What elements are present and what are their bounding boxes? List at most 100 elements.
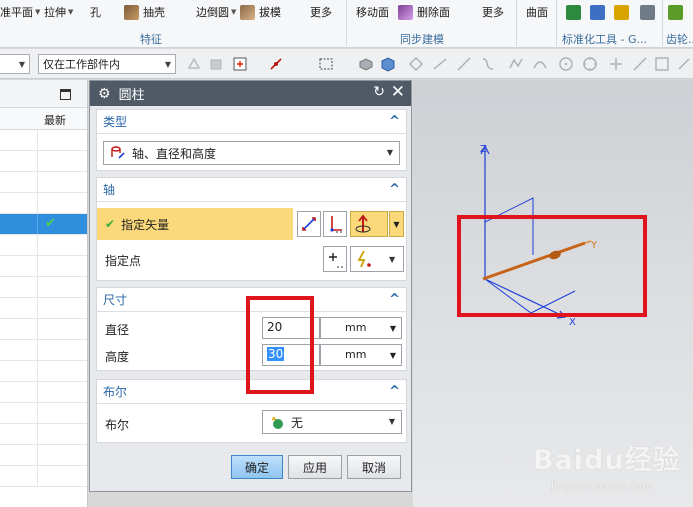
datum-plane-button[interactable]: 准平面 ▼ <box>0 2 40 22</box>
extrude-button[interactable]: 拉伸 ▼ <box>44 2 73 22</box>
table-row[interactable] <box>0 151 87 172</box>
y-axis-label: Y <box>590 240 598 251</box>
column-latest[interactable]: 最新 <box>44 112 66 128</box>
edge-blend-label: 边倒圆 <box>196 6 229 19</box>
dialog-titlebar[interactable]: ⚙ 圆柱 ↻ ✕ <box>90 81 411 106</box>
specify-vector-row[interactable]: ✔ 指定矢量 <box>97 208 293 240</box>
standard-tools-button-1[interactable] <box>566 2 585 22</box>
column-divider <box>37 319 38 339</box>
axis-section-header[interactable]: 轴 ^ <box>97 178 406 202</box>
group-sync-modeling: 同步建模 <box>400 33 444 46</box>
gear-tool-button[interactable] <box>668 2 687 22</box>
gear-icon <box>668 4 683 20</box>
type-dropdown[interactable]: 轴、直径和高度 ▼ <box>103 141 400 165</box>
vector-dropdown-toggle[interactable]: ▼ <box>389 211 404 237</box>
point-constructor-icon[interactable] <box>268 56 284 72</box>
group-feature: 特征 <box>140 33 162 46</box>
circle-center-icon[interactable] <box>558 56 574 72</box>
table-row[interactable] <box>0 424 87 445</box>
column-divider <box>37 277 38 297</box>
boolean-dropdown[interactable]: 无 ▼ <box>262 410 402 434</box>
table-row[interactable] <box>0 193 87 214</box>
selection-scope-select[interactable]: 仅在工作部件内 ▼ <box>38 54 176 74</box>
inferred-vector-button[interactable] <box>350 211 388 237</box>
type-filter-select[interactable]: ▼ <box>0 54 30 74</box>
boolean-value: 无 <box>291 415 304 430</box>
curve-polyline-icon[interactable] <box>508 56 524 72</box>
table-row[interactable] <box>0 382 87 403</box>
diameter-unit-select[interactable]: mm ▼ <box>320 317 402 339</box>
height-unit-select[interactable]: mm ▼ <box>320 344 402 366</box>
table-row[interactable] <box>0 235 87 256</box>
column-divider <box>37 172 38 192</box>
ok-button[interactable]: 确定 <box>231 455 283 479</box>
more-button-2[interactable]: 更多 <box>482 2 504 22</box>
curve-arc-icon[interactable] <box>532 56 548 72</box>
graphics-viewport[interactable]: Z X Y Baidu经验 jingyan.baidu.com <box>413 80 693 507</box>
delete-face-button[interactable]: 删除面 <box>398 2 450 22</box>
shell-button[interactable]: 抽壳 <box>124 2 165 22</box>
table-row[interactable] <box>0 298 87 319</box>
table-row[interactable] <box>0 130 87 151</box>
table-row[interactable] <box>0 256 87 277</box>
shell-icon <box>124 4 139 20</box>
table-row[interactable] <box>0 277 87 298</box>
table-row[interactable] <box>0 361 87 382</box>
edge-blend-button[interactable]: 边倒圆 ▼ <box>196 2 236 22</box>
inferred-point-button[interactable]: ▼ <box>350 246 404 272</box>
maximize-icon[interactable] <box>60 89 71 100</box>
move-face-label: 移动面 <box>356 6 389 19</box>
point-dialog-button[interactable] <box>323 246 347 272</box>
table-row[interactable]: ✔ <box>0 214 87 235</box>
close-icon[interactable]: ✕ <box>391 82 405 102</box>
ribbon: 准平面 ▼ 拉伸 ▼ 孔 抽壳 边倒圆 ▼ 拔模 更多 特征 移动面 删除面 更多 同… <box>0 0 693 48</box>
table-row[interactable] <box>0 172 87 193</box>
shaded-body-icon[interactable] <box>380 56 396 72</box>
surface-button[interactable]: 曲面 <box>526 2 548 22</box>
more-button-1[interactable]: 更多 <box>310 2 332 22</box>
chevron-up-icon[interactable]: ^ <box>389 114 400 129</box>
hole-button[interactable]: 孔 <box>90 2 101 22</box>
snap-grid-icon[interactable] <box>408 56 424 72</box>
column-divider <box>37 466 38 486</box>
standard-tools-button-3[interactable] <box>614 2 633 22</box>
circle-quadrant-icon[interactable] <box>582 56 598 72</box>
check-icon: ✔ <box>105 217 116 231</box>
apply-button[interactable]: 应用 <box>288 455 342 479</box>
group-gear: 齿轮... <box>666 33 693 46</box>
curve-tangent-icon[interactable] <box>456 56 472 72</box>
vector-dialog-button[interactable] <box>323 211 347 237</box>
move-face-button[interactable]: 移动面 <box>356 2 389 22</box>
curve-line-icon[interactable] <box>432 56 448 72</box>
table-row[interactable] <box>0 340 87 361</box>
snap-end-icon[interactable] <box>632 56 648 72</box>
standard-tools-button-4[interactable] <box>640 2 659 22</box>
height-unit-value: mm <box>345 348 367 361</box>
type-section-header[interactable]: 类型 ^ <box>97 110 406 134</box>
select-body-icon[interactable] <box>208 56 224 72</box>
curve-spline-icon[interactable] <box>480 56 496 72</box>
chevron-up-icon[interactable]: ^ <box>389 292 400 307</box>
select-feature-icon[interactable] <box>186 56 202 72</box>
reverse-direction-button[interactable] <box>297 211 321 237</box>
rectangle-select-icon[interactable] <box>318 56 334 72</box>
draft-button[interactable]: 拔模 <box>240 2 281 22</box>
table-row[interactable] <box>0 319 87 340</box>
standard-tools-button-2[interactable] <box>590 2 609 22</box>
table-row[interactable] <box>0 445 87 466</box>
cancel-button[interactable]: 取消 <box>347 455 401 479</box>
chevron-up-icon[interactable]: ^ <box>389 384 400 399</box>
view-orient-icon[interactable] <box>358 56 374 72</box>
snap-mid-icon[interactable] <box>654 56 670 72</box>
highlight-frame-vector <box>457 215 647 317</box>
vector-constructor-icon <box>330 216 342 233</box>
table-row[interactable] <box>0 403 87 424</box>
snap-point-icon[interactable] <box>232 56 248 72</box>
boolean-none-icon <box>271 416 283 429</box>
chevron-up-icon[interactable]: ^ <box>389 182 400 197</box>
snap-existing-point-icon[interactable] <box>608 56 624 72</box>
snap-face-icon[interactable] <box>676 56 692 72</box>
shell-label: 抽壳 <box>143 6 165 19</box>
reset-icon[interactable]: ↻ <box>373 84 385 100</box>
table-row[interactable] <box>0 466 87 487</box>
